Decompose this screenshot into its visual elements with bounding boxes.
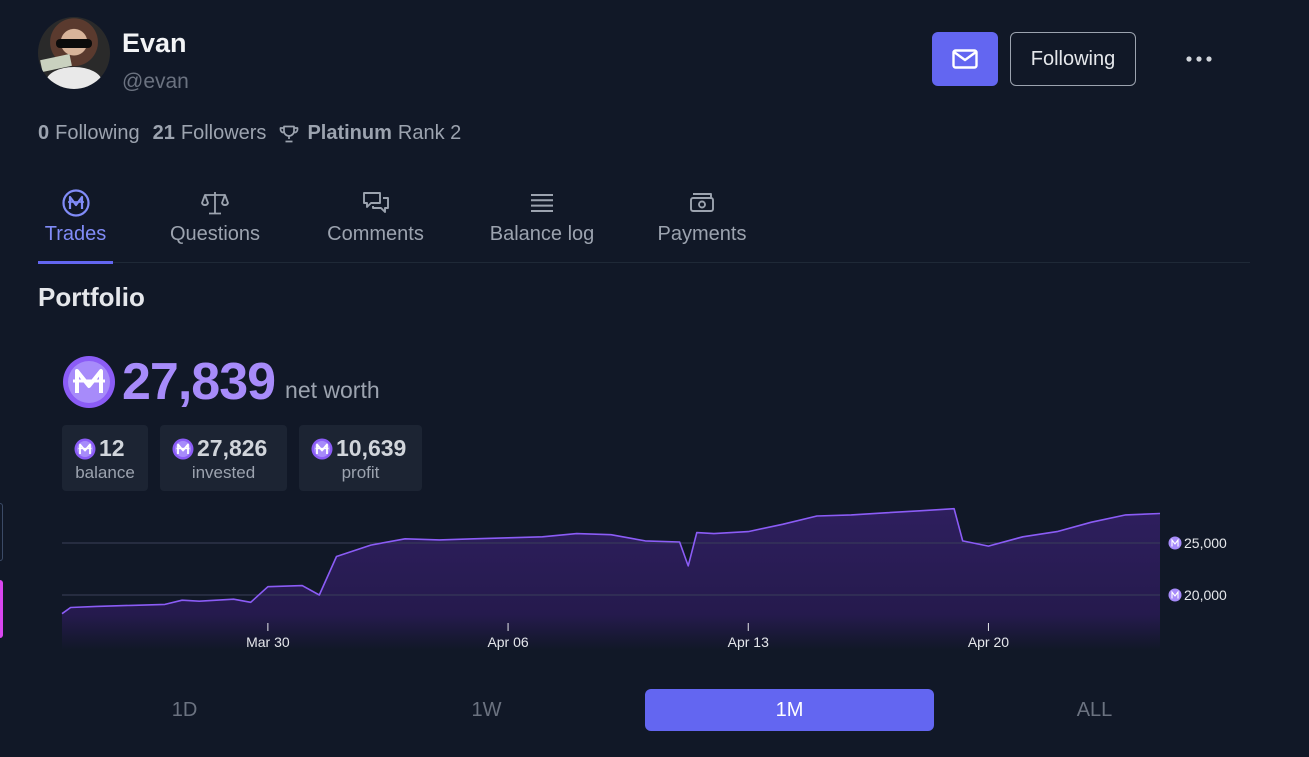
tab-balance-log[interactable]: Balance log bbox=[487, 183, 597, 263]
profit-value: 10,639 bbox=[336, 435, 407, 461]
portfolio-title: Portfolio bbox=[38, 282, 145, 312]
list-lines-icon bbox=[531, 194, 553, 212]
following-button[interactable]: Following bbox=[1010, 32, 1136, 86]
mana-coin-icon bbox=[74, 438, 96, 459]
rank-league[interactable]: Platinum bbox=[307, 122, 391, 145]
avatar bbox=[38, 17, 110, 89]
invested-value: 27,826 bbox=[197, 435, 268, 461]
profit-card: 10,639 profit bbox=[299, 425, 422, 491]
chart-y-tick-label: 25,000 bbox=[1184, 535, 1227, 551]
rank-label[interactable]: Rank 2 bbox=[398, 122, 461, 145]
scale-icon bbox=[201, 192, 229, 215]
range-1m-button[interactable]: 1M bbox=[645, 689, 934, 731]
net-worth-value: 27,839 bbox=[122, 353, 276, 411]
tab-payments[interactable]: Payments bbox=[655, 183, 749, 263]
mana-coin-icon bbox=[61, 189, 90, 217]
mana-coin-icon bbox=[1168, 536, 1182, 550]
mana-coin-icon bbox=[63, 356, 115, 408]
avatar-shirt bbox=[46, 67, 102, 89]
tab-label: Comments bbox=[327, 223, 424, 245]
invested-card: 27,826 invested bbox=[160, 425, 287, 491]
mana-coin-icon bbox=[311, 438, 333, 459]
ellipsis-icon bbox=[1186, 56, 1212, 62]
avatar-sunglasses bbox=[56, 39, 92, 48]
chart-x-tick-label: Mar 30 bbox=[246, 634, 290, 650]
chart-x-tick-label: Apr 13 bbox=[728, 634, 769, 650]
profile-handle: @evan bbox=[122, 70, 189, 93]
chart-y-tick-label: 20,000 bbox=[1184, 587, 1227, 603]
range-1w-button[interactable]: 1W bbox=[342, 689, 631, 731]
envelope-icon bbox=[952, 49, 978, 69]
chart-x-tick-label: Apr 20 bbox=[968, 634, 1009, 650]
profile-tabs: Trades Questions Comments Balance log Pa… bbox=[38, 183, 1250, 264]
profile-stats: 0 Following 21 Followers Platinum Rank 2 bbox=[38, 122, 461, 145]
tab-label: Questions bbox=[169, 223, 261, 245]
following-count[interactable]: 0 bbox=[38, 122, 49, 145]
balance-card: 12 balance bbox=[62, 425, 148, 491]
mana-coin-icon bbox=[172, 438, 194, 459]
tab-label: Trades bbox=[44, 223, 107, 245]
mana-coin-icon bbox=[1168, 588, 1182, 602]
profit-label: profit bbox=[341, 463, 380, 482]
range-1d-button[interactable]: 1D bbox=[40, 689, 329, 731]
followers-label[interactable]: Followers bbox=[181, 122, 267, 145]
balance-value: 12 bbox=[99, 435, 125, 461]
tab-comments[interactable]: Comments bbox=[322, 183, 429, 263]
net-worth: 27,839 net worth bbox=[62, 352, 380, 412]
range-all-button[interactable]: ALL bbox=[950, 689, 1239, 731]
balance-label: balance bbox=[75, 463, 135, 482]
chart-y-tick: 20,000 bbox=[1168, 587, 1227, 603]
trophy-icon bbox=[280, 125, 299, 142]
tab-label: Payments bbox=[657, 223, 747, 245]
profile-name: Evan bbox=[122, 28, 187, 58]
more-options-button[interactable] bbox=[1176, 42, 1222, 76]
following-label[interactable]: Following bbox=[55, 122, 139, 145]
time-range-selector: 1D 1W 1M ALL bbox=[40, 689, 1250, 731]
cash-icon bbox=[690, 193, 714, 212]
tab-questions[interactable]: Questions bbox=[166, 183, 264, 263]
tab-trades[interactable]: Trades bbox=[38, 183, 113, 264]
chart-y-tick: 25,000 bbox=[1168, 535, 1227, 551]
tab-label: Balance log bbox=[489, 223, 595, 245]
chart-area-fill bbox=[62, 508, 1160, 650]
chat-bubbles-icon bbox=[362, 192, 389, 213]
message-button[interactable] bbox=[932, 32, 998, 86]
net-worth-label: net worth bbox=[285, 376, 380, 403]
portfolio-chart: 25,000 20,000 Mar 30 Apr 06 Apr 13 Apr 20 bbox=[61, 507, 1227, 650]
chart-x-tick-label: Apr 06 bbox=[487, 634, 528, 650]
invested-label: invested bbox=[191, 463, 256, 482]
followers-count[interactable]: 21 bbox=[153, 122, 175, 145]
